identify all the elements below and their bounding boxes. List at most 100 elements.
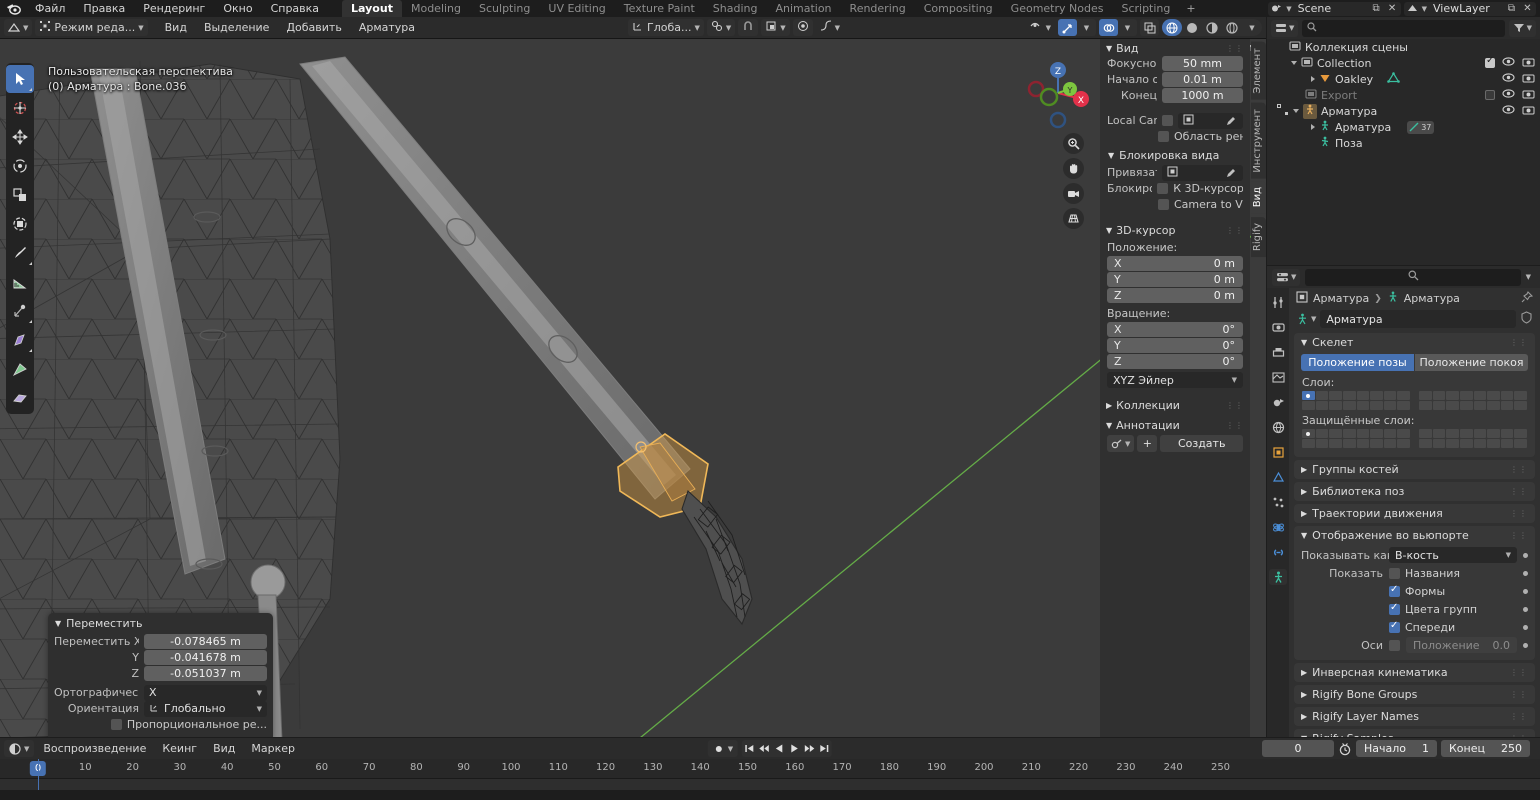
layer-cell[interactable] — [1446, 391, 1459, 400]
snap-magnet-toggle[interactable] — [738, 19, 758, 36]
bone-groups-panel[interactable]: ▶ Группы костей ⋮⋮ — [1294, 460, 1535, 479]
scene-selector[interactable]: ▼ Scene ⧉ ✕ — [1268, 2, 1400, 16]
outliner-row-pose[interactable]: Поза — [1267, 135, 1540, 151]
layer-cell[interactable] — [1446, 401, 1459, 410]
prev-keyframe-icon[interactable] — [757, 740, 772, 757]
extrude-tool[interactable] — [6, 297, 34, 325]
properties-filter-dropdown[interactable]: ▼ — [1526, 273, 1535, 281]
layer-cell[interactable] — [1384, 401, 1397, 410]
layer-cell[interactable] — [1433, 401, 1446, 410]
menu-file[interactable]: Файл — [26, 0, 74, 17]
tab-compositing[interactable]: Compositing — [915, 0, 1002, 17]
collections-panel-header[interactable]: ▶ Коллекции ⋮⋮ — [1100, 396, 1250, 412]
tab-layout[interactable]: Layout — [342, 0, 402, 17]
outliner-search-input[interactable] — [1302, 20, 1504, 37]
animate-property-dot[interactable] — [1523, 625, 1528, 630]
layer-cell[interactable] — [1316, 391, 1329, 400]
show-names-checkbox[interactable] — [1389, 568, 1400, 579]
operator-redo-panel[interactable]: ▼ Переместить Переместить X -0.078465 m … — [48, 613, 273, 737]
sidebar-tab-item[interactable]: Элемент — [1251, 42, 1266, 100]
sidebar-tab-tool[interactable]: Инструмент — [1251, 103, 1266, 179]
layer-cell[interactable] — [1370, 401, 1383, 410]
viewport-menu-add[interactable]: Добавить — [279, 19, 348, 36]
layer-grid-left[interactable] — [1302, 391, 1410, 410]
eyedropper-icon[interactable] — [1224, 113, 1238, 128]
tab-render-icon[interactable] — [1269, 319, 1287, 335]
shading-wireframe-button[interactable] — [1162, 19, 1182, 36]
xray-toggle-icon[interactable] — [1140, 19, 1159, 36]
frame-range-start[interactable]: Начало 1 — [1356, 740, 1437, 757]
layer-grid-right[interactable] — [1419, 391, 1527, 410]
show-shapes-checkbox[interactable] — [1389, 586, 1400, 597]
layer-cell[interactable] — [1474, 391, 1487, 400]
mode-selector[interactable]: Режим реда... ▼ — [35, 19, 147, 36]
tab-physics-icon[interactable] — [1269, 519, 1287, 535]
timeline-menu-view[interactable]: Вид — [206, 740, 242, 757]
protected-cell[interactable] — [1433, 439, 1446, 448]
keying-set-icon[interactable]: ▼ — [708, 740, 738, 757]
eye-icon[interactable] — [1502, 88, 1515, 102]
layer-cell[interactable] — [1329, 401, 1342, 410]
overlays-icon[interactable] — [1099, 19, 1118, 36]
layer-cell[interactable] — [1460, 401, 1473, 410]
navigation-gizmo[interactable]: Z X Y — [1022, 57, 1094, 129]
camera-to-view-checkbox[interactable] — [1158, 199, 1169, 210]
new-annotation-button[interactable]: Создать — [1160, 435, 1243, 452]
3d-viewport[interactable]: Пользовательская перспектива (0) Арматур… — [0, 39, 1266, 737]
protected-cell[interactable] — [1370, 439, 1383, 448]
protected-cell[interactable] — [1474, 439, 1487, 448]
camera-icon[interactable] — [1522, 88, 1535, 102]
bone-roll-tool[interactable] — [6, 326, 34, 354]
animate-property-dot[interactable] — [1523, 553, 1528, 558]
close-x-icon[interactable]: ✕ — [1386, 2, 1399, 15]
pose-library-panel[interactable]: ▶ Библиотека поз ⋮⋮ — [1294, 482, 1535, 501]
layer-cell[interactable] — [1329, 391, 1342, 400]
layer-cell[interactable] — [1501, 391, 1514, 400]
rest-position-button[interactable]: Положение покоя — [1415, 354, 1528, 371]
gizmo-icon[interactable] — [1058, 19, 1077, 36]
cursor-rotation-y[interactable]: Y 0° — [1107, 338, 1243, 353]
layer-cell[interactable] — [1302, 401, 1315, 410]
datablock-type-icon[interactable]: ▼ — [1296, 313, 1316, 326]
cursor-location-y[interactable]: Y 0 m — [1107, 272, 1243, 287]
breadcrumb-object-label[interactable]: Арматура — [1313, 292, 1369, 305]
cursor-rotation-z[interactable]: Z 0° — [1107, 354, 1243, 369]
bone-groups-header[interactable]: ▶ Группы костей ⋮⋮ — [1294, 460, 1535, 479]
clip-end-value[interactable]: 1000 m — [1162, 88, 1243, 103]
viewport-menu-view[interactable]: Вид — [158, 19, 194, 36]
show-group-colors-checkbox[interactable] — [1389, 604, 1400, 615]
rigify-samples-panel[interactable]: ▼ Rigify Samples ⋮⋮ — [1294, 729, 1535, 737]
layer-cell[interactable] — [1514, 401, 1527, 410]
cursor-tool[interactable] — [6, 94, 34, 122]
protected-cell[interactable] — [1302, 429, 1315, 438]
properties-editor-icon[interactable]: ▼ — [1272, 269, 1300, 286]
tab-particles-icon[interactable] — [1269, 494, 1287, 510]
tab-animation[interactable]: Animation — [766, 0, 840, 17]
motion-paths-header[interactable]: ▶ Траектории движения ⋮⋮ — [1294, 504, 1535, 523]
protected-cell[interactable] — [1446, 429, 1459, 438]
pin-icon[interactable] — [1521, 291, 1533, 306]
protected-cell[interactable] — [1419, 429, 1432, 438]
tab-modifier-icon[interactable] — [1269, 469, 1287, 485]
proportional-checkbox[interactable] — [111, 719, 122, 730]
new-copy-icon[interactable]: ⧉ — [1370, 2, 1383, 15]
protected-cell[interactable] — [1460, 439, 1473, 448]
scene-name[interactable]: Scene — [1295, 2, 1367, 15]
protected-cell[interactable] — [1357, 429, 1370, 438]
local-camera-checkbox[interactable] — [1162, 115, 1173, 126]
protected-cell[interactable] — [1384, 429, 1397, 438]
next-keyframe-icon[interactable] — [802, 740, 817, 757]
jump-end-icon[interactable] — [817, 740, 832, 757]
timeline-editor-icon[interactable]: ▼ — [4, 740, 34, 757]
camera-icon[interactable] — [1522, 56, 1535, 70]
layer-cell[interactable] — [1316, 401, 1329, 410]
layer-cell[interactable] — [1397, 401, 1410, 410]
fake-user-shield-icon[interactable] — [1520, 311, 1533, 327]
rotation-mode-select[interactable]: XYZ Эйлер ▼ — [1107, 372, 1243, 388]
viewlayer-name[interactable]: ViewLayer — [1430, 2, 1502, 15]
layer-cell[interactable] — [1501, 401, 1514, 410]
lock-to-field[interactable] — [1162, 165, 1243, 181]
viewport-display-header[interactable]: ▼ Отображение во вьюпорте ⋮⋮ — [1294, 526, 1535, 545]
sidebar-tab-rigify[interactable]: Rigify — [1251, 217, 1266, 257]
inverse-kinematics-panel[interactable]: ▶ Инверсная кинематика ⋮⋮ — [1294, 663, 1535, 682]
